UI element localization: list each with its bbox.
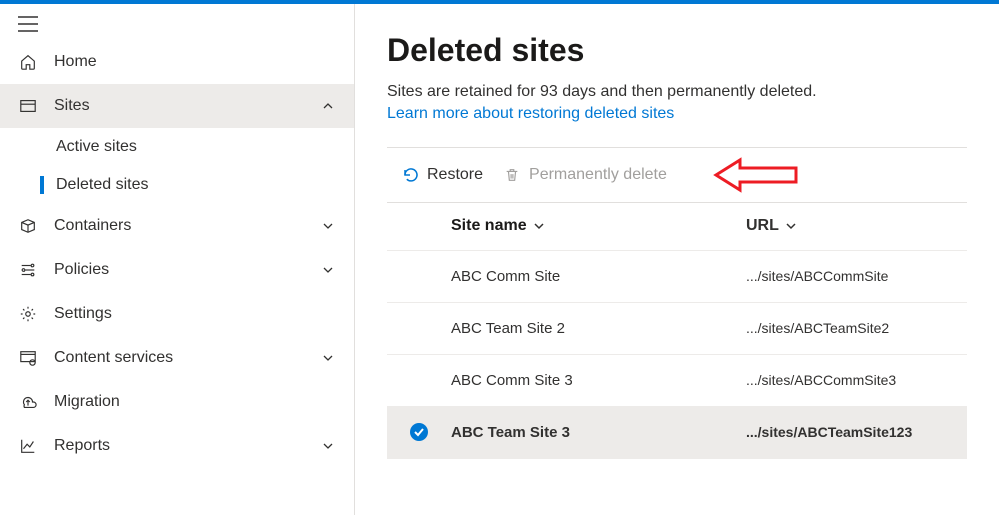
nav-content-services-label: Content services	[54, 349, 320, 367]
permanently-delete-label: Permanently delete	[529, 166, 667, 184]
checkmark-filled-icon	[409, 422, 429, 442]
trash-icon	[503, 166, 521, 184]
nav-settings-label: Settings	[54, 305, 336, 323]
nav-home-label: Home	[54, 53, 336, 71]
chevron-down-icon	[320, 218, 336, 234]
nav-active-sites-label: Active sites	[56, 138, 137, 156]
chevron-down-icon	[320, 350, 336, 366]
hamburger-icon	[18, 16, 38, 32]
table-row[interactable]: ABC Comm Site .../sites/ABCCommSite	[387, 251, 967, 303]
chevron-down-icon	[320, 262, 336, 278]
row-url: .../sites/ABCCommSite	[746, 268, 967, 284]
row-site-name: ABC Comm Site	[451, 268, 746, 285]
policies-icon	[18, 260, 38, 280]
row-site-name: ABC Comm Site 3	[451, 372, 746, 389]
col-site-name-label: Site name	[451, 217, 527, 235]
permanently-delete-button: Permanently delete	[503, 166, 667, 184]
table-row[interactable]: ABC Team Site 3 .../sites/ABCTeamSite123	[387, 407, 967, 459]
nav-home[interactable]: Home	[0, 40, 354, 84]
nav-containers-label: Containers	[54, 217, 320, 235]
nav-deleted-sites-label: Deleted sites	[56, 176, 149, 194]
gear-icon	[18, 304, 38, 324]
sites-icon	[18, 96, 38, 116]
nav-content-services[interactable]: Content services	[0, 336, 354, 380]
content-services-icon	[18, 348, 38, 368]
chevron-down-icon	[533, 220, 545, 232]
nav-sites-label: Sites	[54, 97, 320, 115]
row-check[interactable]	[387, 422, 451, 442]
row-site-name: ABC Team Site 3	[451, 424, 746, 441]
nav-deleted-sites[interactable]: Deleted sites	[0, 166, 354, 204]
containers-icon	[18, 216, 38, 236]
col-url[interactable]: URL	[746, 217, 967, 235]
row-site-name: ABC Team Site 2	[451, 320, 746, 337]
learn-more-link[interactable]: Learn more about restoring deleted sites	[387, 105, 674, 123]
hamburger-button[interactable]	[0, 4, 354, 40]
reports-icon	[18, 436, 38, 456]
main-content: Deleted sites Sites are retained for 93 …	[355, 4, 999, 515]
chevron-down-icon	[785, 220, 797, 232]
nav-migration[interactable]: Migration	[0, 380, 354, 424]
restore-icon	[401, 166, 419, 184]
nav-policies[interactable]: Policies	[0, 248, 354, 292]
table-row[interactable]: ABC Team Site 2 .../sites/ABCTeamSite2	[387, 303, 967, 355]
chevron-up-icon	[320, 98, 336, 114]
nav-reports[interactable]: Reports	[0, 424, 354, 468]
table-header-row: Site name URL	[387, 203, 967, 251]
nav-containers[interactable]: Containers	[0, 204, 354, 248]
page-description: Sites are retained for 93 days and then …	[387, 81, 967, 103]
col-url-label: URL	[746, 217, 779, 235]
annotation-arrow-icon	[712, 154, 802, 196]
home-icon	[18, 52, 38, 72]
nav-active-sites[interactable]: Active sites	[0, 128, 354, 166]
sites-table: Site name URL ABC Comm Site .../sites/AB…	[387, 203, 967, 459]
nav-migration-label: Migration	[54, 393, 336, 411]
nav-sites[interactable]: Sites	[0, 84, 354, 128]
sidebar: Home Sites Active sites Deleted sites	[0, 4, 355, 515]
row-url: .../sites/ABCTeamSite2	[746, 320, 967, 336]
restore-button[interactable]: Restore	[401, 166, 483, 184]
row-url: .../sites/ABCCommSite3	[746, 372, 967, 388]
page-title: Deleted sites	[387, 32, 967, 69]
nav-settings[interactable]: Settings	[0, 292, 354, 336]
chevron-down-icon	[320, 438, 336, 454]
col-site-name[interactable]: Site name	[451, 217, 746, 235]
toolbar: Restore Permanently delete	[387, 148, 967, 202]
row-url: .../sites/ABCTeamSite123	[746, 424, 967, 440]
restore-label: Restore	[427, 166, 483, 184]
nav-reports-label: Reports	[54, 437, 320, 455]
table-row[interactable]: ABC Comm Site 3 .../sites/ABCCommSite3	[387, 355, 967, 407]
migration-icon	[18, 392, 38, 412]
nav-policies-label: Policies	[54, 261, 320, 279]
